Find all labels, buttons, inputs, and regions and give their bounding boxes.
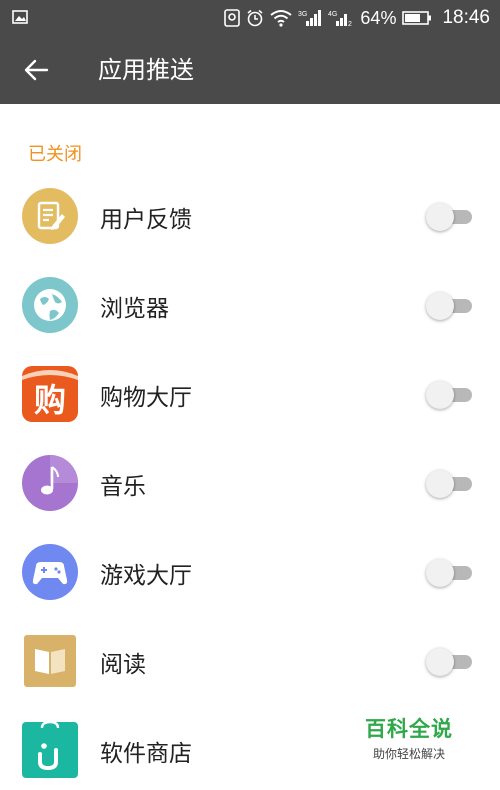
list-item-label: 阅读 <box>100 652 146 678</box>
shopping-icon: 购 <box>22 366 78 422</box>
svg-text:2: 2 <box>348 21 352 27</box>
status-bar: 3G 4G 2 64% 18:46 <box>0 0 500 36</box>
app-push-settings-screen: 3G 4G 2 64% 18:46 应用推送 已关闭 用户反馈 浏览器 购 购物… <box>0 0 500 790</box>
list-item-reading[interactable]: 阅读 <box>0 617 500 706</box>
gamepad-icon <box>22 544 78 600</box>
toggle-reading[interactable] <box>426 648 474 676</box>
list-item-browser[interactable]: 浏览器 <box>0 261 500 350</box>
list-item-label: 购物大厅 <box>100 385 192 411</box>
feedback-icon <box>22 188 78 244</box>
app-store-icon <box>22 722 78 778</box>
list-item-label: 音乐 <box>100 474 146 500</box>
list-item-label: 软件商店 <box>100 741 192 767</box>
battery-percent: 64% <box>360 7 397 28</box>
back-arrow-icon <box>24 59 49 81</box>
svg-text:3G: 3G <box>298 11 307 18</box>
toggle-music[interactable] <box>426 470 474 498</box>
signal-3g-icon: 3G <box>298 10 322 26</box>
list-item-music[interactable]: 音乐 <box>0 439 500 528</box>
signal-4g-icon: 4G 2 <box>328 11 352 27</box>
svg-text:4G: 4G <box>328 11 337 18</box>
toggle-feedback[interactable] <box>426 203 474 231</box>
list-item-label: 游戏大厅 <box>100 563 192 589</box>
list-item-shopping[interactable]: 购 购物大厅 <box>0 350 500 439</box>
list-item-game-hall[interactable]: 游戏大厅 <box>0 528 500 617</box>
wifi-icon <box>270 10 293 27</box>
page-title: 应用推送 <box>98 56 194 84</box>
clock: 18:46 <box>442 7 490 28</box>
back-button[interactable] <box>18 52 54 88</box>
battery-icon <box>402 11 432 25</box>
toggle-shopping[interactable] <box>426 381 474 409</box>
status-icons: 3G 4G 2 64% 18:46 <box>224 0 490 36</box>
list-item-label: 浏览器 <box>100 296 169 322</box>
watermark: 百科全说 助你轻松解决 <box>350 705 468 767</box>
image-icon <box>12 10 28 24</box>
watermark-subtitle: 助你轻松解决 <box>372 747 445 761</box>
browser-globe-icon <box>22 277 78 333</box>
location-icon <box>224 9 241 27</box>
section-header-closed: 已关闭 <box>28 144 82 165</box>
alarm-icon <box>247 9 263 27</box>
music-note-icon <box>22 455 78 511</box>
toggle-browser[interactable] <box>426 292 474 320</box>
book-icon <box>22 633 78 689</box>
list-item-label: 用户反馈 <box>100 207 192 233</box>
list-item-feedback[interactable]: 用户反馈 <box>0 172 500 261</box>
svg-text:购: 购 <box>34 381 66 419</box>
watermark-title: 百科全说 <box>365 717 453 741</box>
toggle-game-hall[interactable] <box>426 559 474 587</box>
app-bar: 应用推送 <box>0 36 500 104</box>
